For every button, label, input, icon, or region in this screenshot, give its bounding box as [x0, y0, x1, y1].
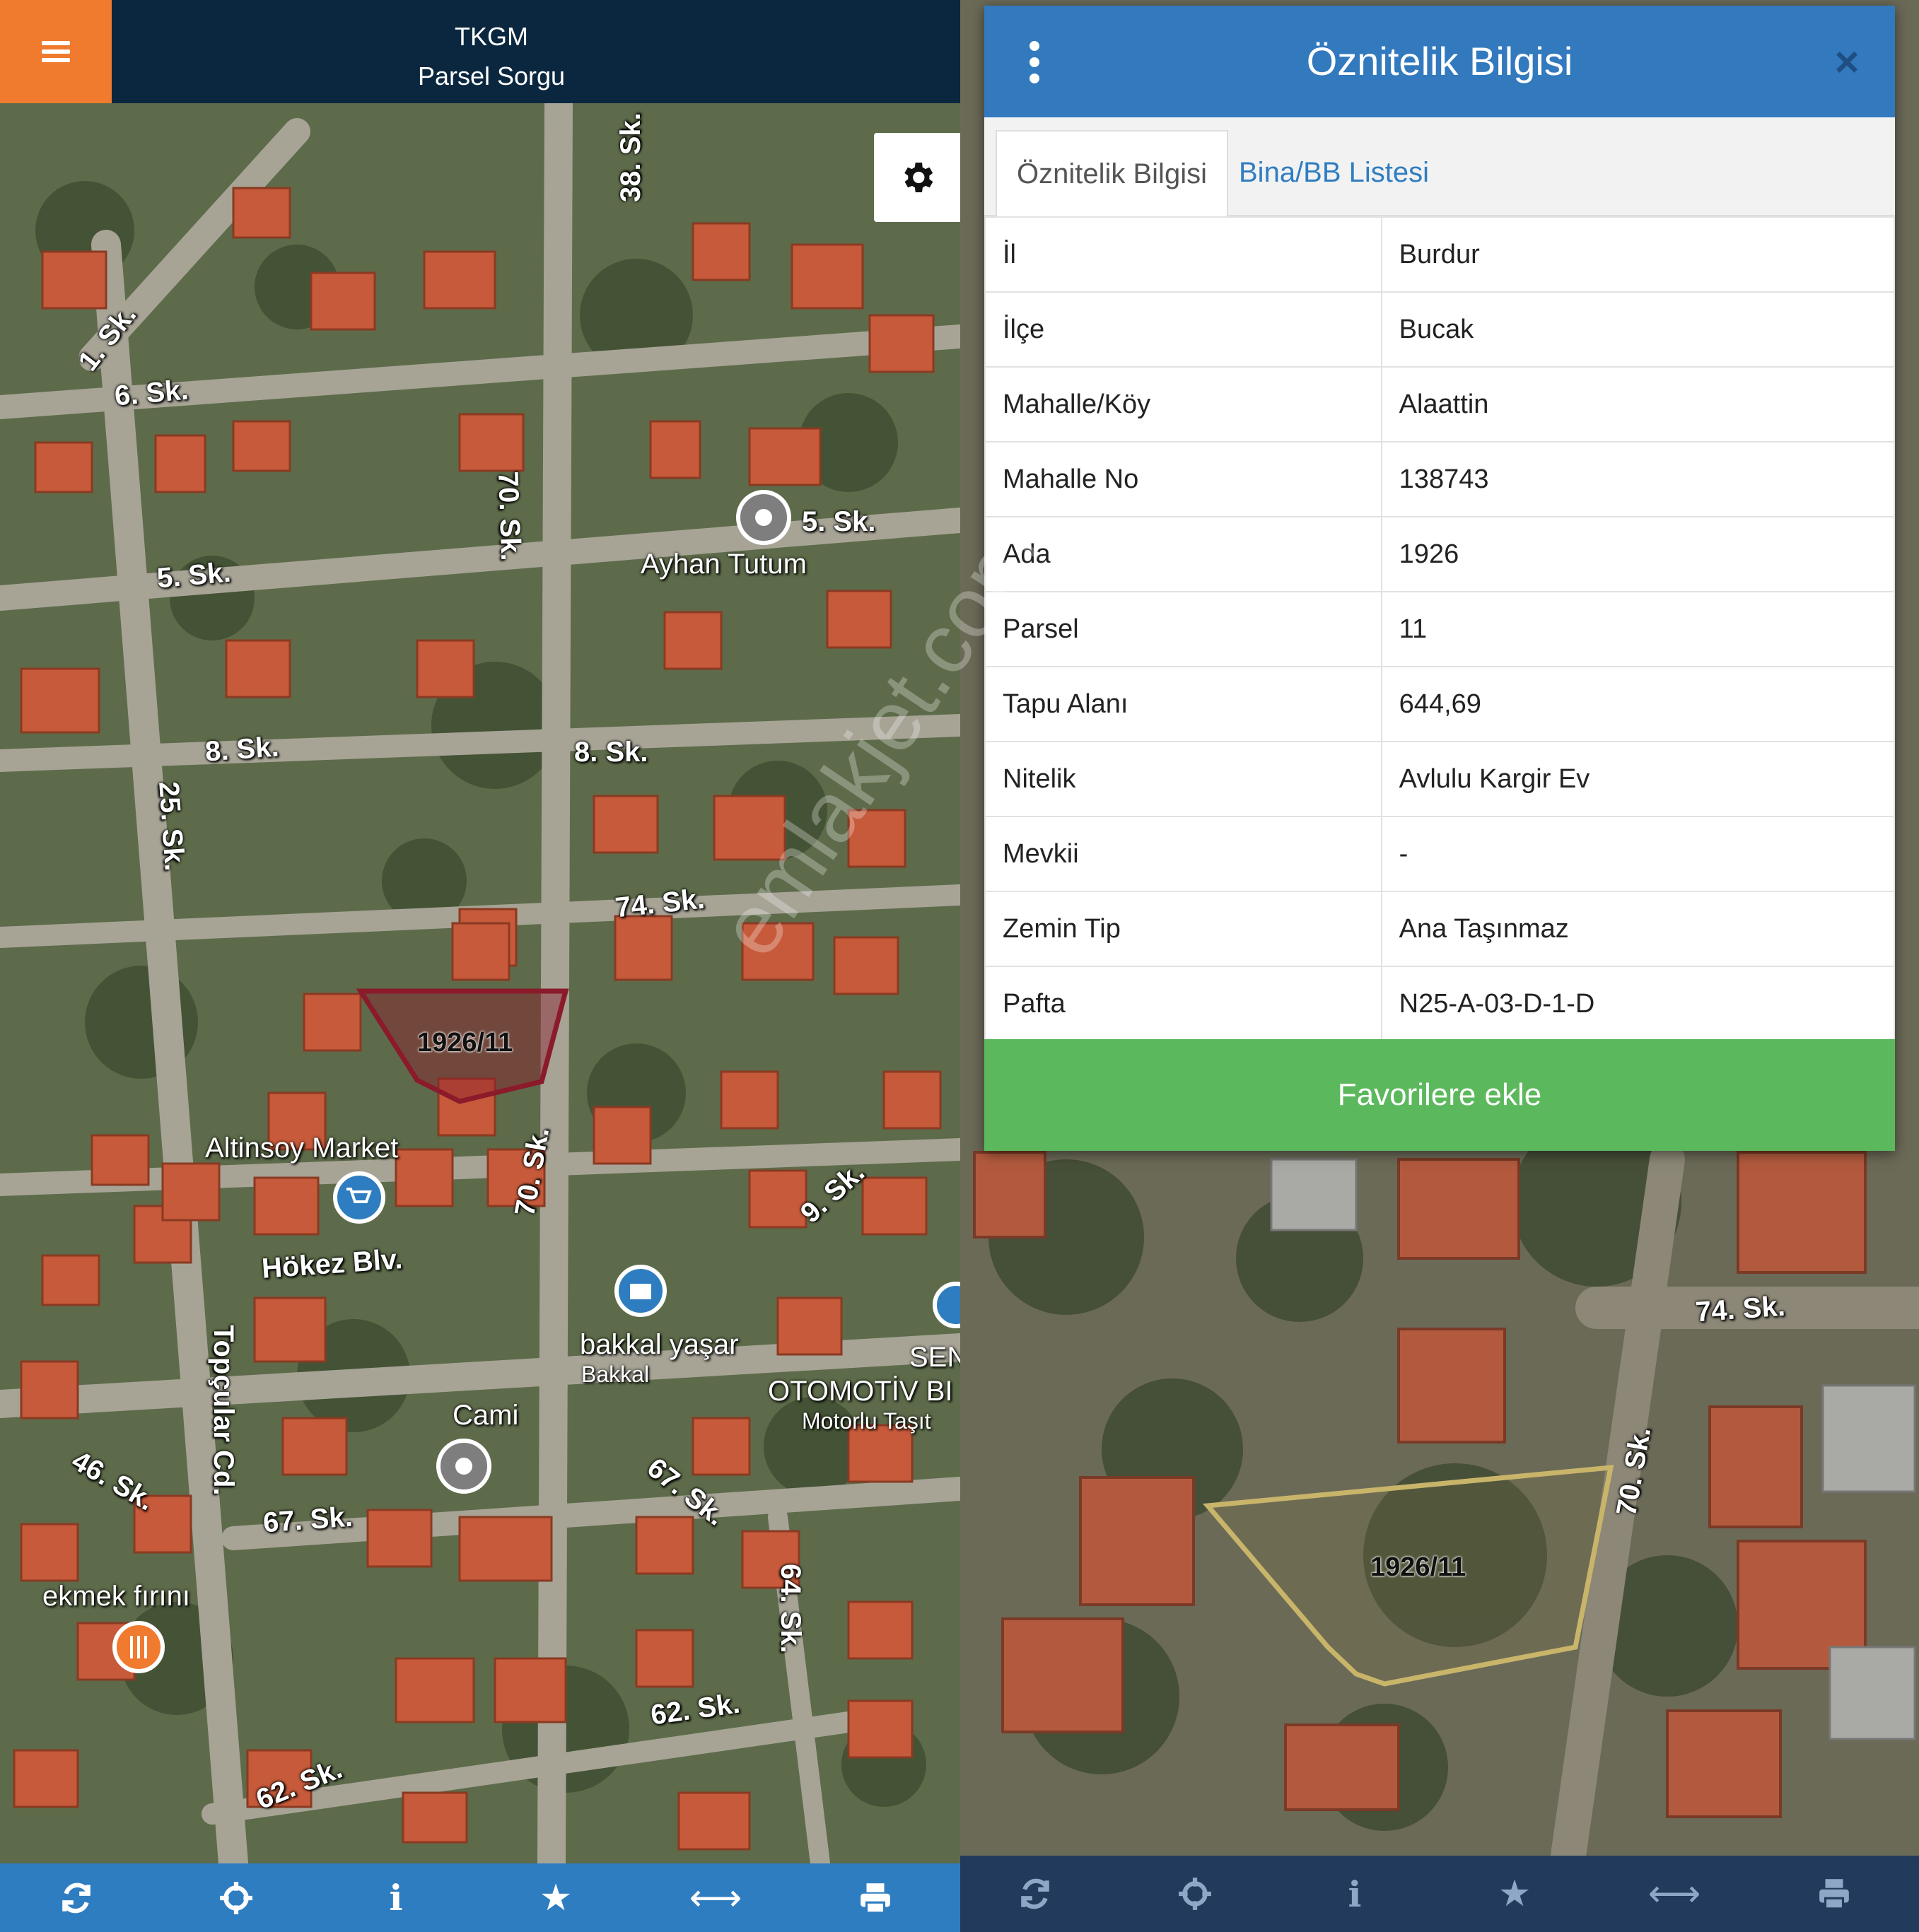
print-icon[interactable] [1806, 1856, 1862, 1932]
gear-icon [904, 163, 933, 192]
attr-key: Tapu Alanı [984, 666, 1382, 742]
mosque-pin-icon [436, 1439, 491, 1494]
attr-value: Bucak [1380, 291, 1896, 368]
refresh-icon[interactable] [1007, 1856, 1063, 1932]
left-screen: TKGM Parsel Sorgu 1. Sk. 6. Sk. 70. Sk. … [0, 0, 960, 1932]
table-row: Tapu Alanı 644,69 [984, 666, 1896, 742]
attr-value: Burdur [1380, 216, 1896, 293]
attr-value: Avlulu Kargir Ev [1380, 741, 1896, 817]
attribute-info-dialog: Öznitelik Bilgisi × Öznitelik Bilgisi Bi… [984, 6, 1896, 1151]
street-label: 5. Sk. [156, 556, 233, 595]
attr-value: - [1380, 816, 1896, 892]
attr-key: İl [984, 216, 1382, 293]
poi-otomotiv: OTOMOTİV BI [768, 1376, 953, 1407]
restaurant-icon [112, 1621, 165, 1673]
street-label: Topçular Cd. [208, 1325, 239, 1496]
app-title-line2: Parsel Sorgu [417, 62, 566, 90]
table-row: İl Burdur [984, 216, 1896, 293]
street-label: 70. Sk. [492, 471, 527, 562]
info-icon[interactable]: i [368, 1863, 424, 1932]
close-icon[interactable]: × [1826, 41, 1868, 83]
bottom-toolbar: i ★ ⟷ [0, 1863, 960, 1932]
table-row: Parsel 11 [984, 591, 1896, 667]
attr-value: Alaattin [1380, 366, 1896, 443]
info-icon[interactable]: i [1326, 1856, 1383, 1932]
table-row: Pafta N25-A-03-D-1-D [984, 966, 1896, 1042]
dialog-header: Öznitelik Bilgisi × [984, 6, 1895, 117]
menu-button[interactable] [0, 0, 112, 103]
table-row: Mahalle No 138743 [984, 441, 1896, 517]
store-icon [614, 1265, 667, 1317]
attr-key: Nitelik [984, 741, 1382, 817]
hamburger-icon [42, 41, 70, 62]
shopping-cart-icon [333, 1171, 385, 1224]
measure-icon[interactable]: ⟷ [1646, 1856, 1703, 1932]
satellite-map[interactable]: 1. Sk. 6. Sk. 70. Sk. 38. Sk. 5. Sk. 5. … [0, 103, 960, 1863]
table-row: Zemin Tip Ana Taşınmaz [984, 891, 1896, 967]
print-icon[interactable] [847, 1863, 904, 1932]
attr-value: 1926 [1380, 516, 1896, 592]
table-row: İlçe Bucak [984, 291, 1896, 368]
street-label: 67. Sk. [262, 1501, 354, 1539]
bottom-toolbar: i ★ ⟷ [960, 1856, 1919, 1932]
parcel-label[interactable]: 1926/11 [1370, 1552, 1466, 1583]
street-label: 64. Sk. [775, 1564, 806, 1653]
parcel-label[interactable]: 1926/11 [417, 1028, 513, 1058]
kebab-menu-icon[interactable] [1030, 41, 1041, 83]
crosshair-icon[interactable] [208, 1863, 264, 1932]
street-label: 6. Sk. [113, 374, 190, 412]
poi-motorlu: Motorlu Taşıt [802, 1408, 931, 1434]
table-row: Mevkii - [984, 816, 1896, 892]
street-label: 5. Sk. [802, 506, 876, 537]
measure-icon[interactable]: ⟷ [687, 1863, 744, 1932]
attr-key: Mahalle/Köy [984, 366, 1382, 443]
poi-ayhan-tutum: Ayhan Tutum [641, 549, 807, 580]
crosshair-icon[interactable] [1167, 1856, 1223, 1932]
attr-key: Mahalle No [984, 441, 1382, 517]
app-title: TKGM Parsel Sorgu [410, 17, 573, 96]
star-icon[interactable]: ★ [527, 1863, 584, 1932]
attr-key: Zemin Tip [984, 891, 1382, 967]
poi-altinsoy-market: Altinsoy Market [205, 1132, 399, 1164]
poi-ekmek-firini: ekmek fırını [42, 1581, 190, 1612]
poi-bakkal-type: Bakkal [581, 1362, 650, 1387]
add-to-favorites-button[interactable]: Favorilere ekle [984, 1039, 1895, 1151]
attr-key: İlçe [984, 291, 1382, 368]
street-label: 8. Sk. [574, 737, 648, 768]
table-row: Ada 1926 [984, 516, 1896, 592]
street-label: 25. Sk. [153, 780, 190, 872]
attr-value: 138743 [1380, 441, 1896, 517]
location-pin-icon [736, 490, 791, 545]
street-label: 8. Sk. [204, 731, 280, 768]
dialog-tabs: Öznitelik Bilgisi Bina/BB Listesi [984, 117, 1895, 218]
star-icon[interactable]: ★ [1486, 1856, 1543, 1932]
attr-key: Mevkii [984, 816, 1382, 892]
attr-key: Parsel [984, 591, 1382, 667]
dialog-title: Öznitelik Bilgisi [1306, 39, 1573, 83]
refresh-icon[interactable] [48, 1863, 105, 1932]
settings-button[interactable] [874, 133, 960, 222]
attr-value: N25-A-03-D-1-D [1380, 966, 1896, 1042]
attr-key: Pafta [984, 966, 1382, 1042]
poi-bakkal-name: bakkal yaşar [580, 1329, 739, 1360]
table-row: Nitelik Avlulu Kargir Ev [984, 741, 1896, 817]
tab-attribute-info[interactable]: Öznitelik Bilgisi [996, 130, 1228, 218]
attr-value: 644,69 [1380, 666, 1896, 742]
top-bar: TKGM Parsel Sorgu [0, 0, 960, 103]
right-screen: 74. Sk. 70. Sk. 1926/11 Öznitelik Bilgis… [960, 0, 1919, 1932]
poi-cami: Cami [453, 1400, 519, 1431]
attr-value: 11 [1380, 591, 1896, 667]
attribute-table: İl Burdur İlçe Bucak Mahalle/Köy Alaattin M… [984, 216, 1896, 1042]
street-label: 38. Sk. [615, 112, 646, 202]
tab-building-list[interactable]: Bina/BB Listesi [1219, 130, 1449, 215]
poi-sen: SEN [909, 1342, 960, 1373]
table-row: Mahalle/Köy Alaattin [984, 366, 1896, 443]
street-label: 74. Sk. [1694, 1290, 1787, 1328]
app-title-line1: TKGM [455, 22, 528, 51]
attr-value: Ana Taşınmaz [1380, 891, 1896, 967]
